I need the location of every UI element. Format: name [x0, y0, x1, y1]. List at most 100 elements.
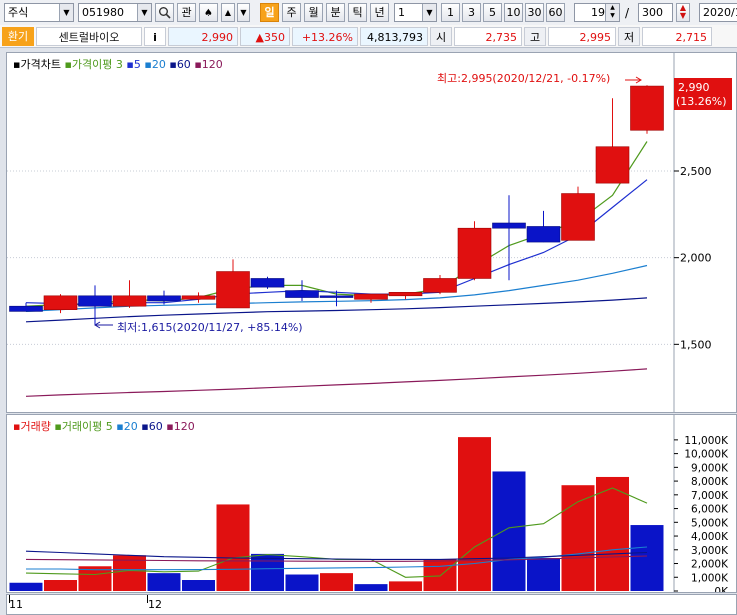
open-value: 2,735	[454, 27, 522, 46]
count-total-input[interactable]: 300	[638, 3, 673, 22]
volume-legend-ma-title: 거래이평	[61, 420, 103, 433]
x-tick-dec	[147, 595, 148, 603]
interval-60-button[interactable]: 60	[546, 3, 565, 22]
volume-y-axis: 0K 1,000K2,000K 3,000K 4,000K 5,000K6,000K 7,…	[673, 415, 729, 592]
high-label: 고	[524, 27, 546, 46]
price-legend-main: 가격차트	[20, 58, 61, 71]
volume-chart-panel: 0K 1,000K 2,000K 3,000K 4,000K 5,000K 6,000K 7,…	[6, 414, 737, 593]
volume-bar	[492, 471, 526, 591]
volume-bar	[630, 525, 664, 591]
price-legend-ma20: 20	[151, 58, 166, 71]
date-value: 2020/1	[703, 6, 737, 19]
bell-icon: ♠	[204, 8, 213, 19]
price-legend-ma3: 3	[115, 58, 123, 71]
fold-button[interactable]: ▲ ▼	[676, 3, 690, 22]
price-candle-body	[9, 305, 43, 312]
volume-bar	[596, 476, 629, 591]
price-legend-ma-title: 가격이평	[71, 58, 113, 71]
tag-badge[interactable]: 환기	[2, 27, 34, 46]
volume-bar	[147, 573, 181, 591]
code-value: 051980	[82, 6, 124, 19]
code-dropdown-icon[interactable]: ▼	[137, 4, 151, 21]
price-candle-body	[457, 227, 492, 279]
volume-legend-main: 거래량	[20, 420, 51, 433]
volume-legend: ▪거래량 ▪거래이평 5 ▪20 ▪60 ▪120	[13, 420, 195, 433]
price-ma-lines	[25, 141, 648, 397]
price-legend-ma5: 5	[133, 58, 141, 71]
period-year-button[interactable]: 년	[370, 3, 389, 22]
period-day-button[interactable]: 일	[260, 3, 279, 22]
price-chart-panel: 1,500 2,000 2,500 최고:2,995(2020/12/21, -0.…	[6, 52, 737, 413]
price-candle-body	[423, 278, 457, 293]
period-week-button[interactable]: 주	[282, 3, 301, 22]
x-label-nov: 11	[9, 598, 23, 611]
interval-3-button[interactable]: 3	[462, 3, 481, 22]
change-value: ▲350	[240, 27, 290, 46]
price-candle-body	[250, 278, 285, 288]
volume-y-tick-label: 7,000K	[691, 490, 729, 502]
volume-bar	[44, 580, 77, 591]
price-chart[interactable]: 1,500 2,000 2,500 최고:2,995(2020/12/21, -0.…	[7, 53, 736, 412]
period-minute-button[interactable]: 분	[326, 3, 345, 22]
interval-1-button[interactable]: 1	[441, 3, 460, 22]
period-month-button[interactable]: 월	[304, 3, 323, 22]
interval-10-button[interactable]: 10	[504, 3, 523, 22]
price-candle-body	[319, 295, 354, 298]
high-value: 2,995	[548, 27, 616, 46]
volume-y-tick-label: 5,000K	[691, 517, 729, 529]
code-input[interactable]: 051980 ▼	[78, 3, 152, 22]
market-label: 주식	[8, 6, 29, 19]
count-total: 300	[642, 6, 663, 19]
price-candle-body	[492, 222, 526, 229]
count-stepper-icon[interactable]: ▲ ▼	[605, 4, 619, 21]
count-slash: /	[625, 6, 630, 20]
price-y-tick-label: 1,500	[680, 338, 712, 351]
count-input[interactable]: 19 ▲ ▼	[574, 3, 620, 22]
volume-bar	[389, 581, 422, 591]
price-candle-body	[216, 271, 250, 309]
volume-bar	[216, 504, 250, 591]
unit-value: 1	[398, 6, 405, 19]
volume-y-tick-label: 6,000K	[691, 504, 729, 516]
search-button[interactable]	[155, 3, 174, 22]
price-y-tick-label: 2,500	[680, 165, 712, 178]
watchlist-button[interactable]: 관	[177, 3, 196, 22]
x-axis: 11 12	[6, 594, 737, 615]
last-price-label: 2,990	[678, 81, 710, 94]
volume-chart[interactable]: 0K 1,000K2,000K 3,000K 4,000K 5,000K6,000K 7,…	[7, 415, 736, 592]
low-label: 저	[618, 27, 640, 46]
price-candle-body	[112, 295, 147, 307]
price-candle-body	[354, 293, 388, 300]
open-label: 시	[430, 27, 452, 46]
interval-30-button[interactable]: 30	[525, 3, 544, 22]
current-price: 2,990	[168, 27, 238, 46]
spin-button[interactable]: ▲	[221, 3, 235, 22]
price-candle-body	[285, 290, 319, 298]
price-y-tick-label: 2,000	[680, 252, 712, 265]
date-input[interactable]: 2020/1	[699, 3, 737, 22]
price-legend-ma60: 60	[176, 58, 191, 71]
price-ma-3-line	[25, 141, 648, 307]
count-current: 19	[591, 6, 605, 19]
volume-legend-ma60: 60	[148, 420, 163, 433]
volume-bar	[458, 437, 491, 591]
volume-bar	[9, 582, 43, 591]
info-button[interactable]: i	[144, 27, 166, 46]
unit-dropdown-icon[interactable]: ▼	[422, 4, 436, 21]
bell-button[interactable]: ♠	[199, 3, 218, 22]
volume-bar	[285, 574, 319, 591]
volume-legend-ma5: 5	[105, 420, 113, 433]
volume-y-tick-label: 8,000K	[691, 476, 729, 488]
menu-chevron-icon[interactable]: ▼	[237, 3, 250, 22]
period-tick-button[interactable]: 틱	[348, 3, 367, 22]
volume-value: 4,813,793	[360, 27, 428, 46]
volume-bar	[320, 573, 353, 591]
unit-select[interactable]: 1 ▼	[394, 3, 437, 22]
last-pct-label: (13.26%)	[676, 95, 727, 108]
volume-y-tick-label: 1,000K	[691, 572, 729, 584]
volume-legend-ma120: 120	[173, 420, 195, 433]
market-select[interactable]: 주식 ▼	[4, 3, 74, 22]
interval-5-button[interactable]: 5	[483, 3, 502, 22]
price-candle-body	[78, 295, 112, 307]
chevron-down-icon[interactable]: ▼	[59, 4, 73, 21]
